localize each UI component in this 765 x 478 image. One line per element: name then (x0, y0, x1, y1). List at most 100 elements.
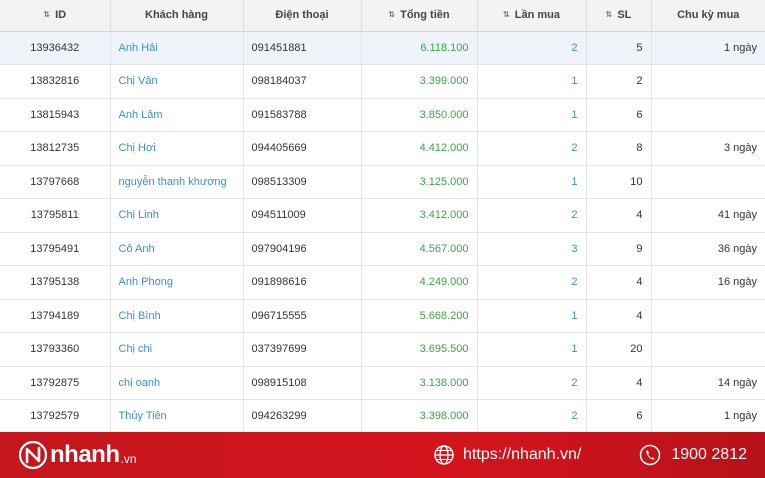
order-id-cell: 13793360 (0, 332, 111, 367)
column-label: SL (617, 9, 632, 22)
customer-name-link[interactable]: Anh Phong (110, 265, 244, 300)
quantity-cell: 8 (586, 131, 652, 166)
website-link[interactable]: https://nhanh.vn/ (433, 444, 581, 466)
order-id-cell: 13832816 (0, 64, 111, 99)
purchase-cycle-cell: 36 ngày (651, 232, 765, 266)
column-header-qty[interactable]: ⇅ SL (586, 0, 652, 32)
order-id-cell: 13795491 (0, 232, 111, 266)
phone-cell: 091451881 (243, 31, 362, 65)
order-id-cell: 13795811 (0, 198, 111, 233)
column-header-customer: Khách hàng (110, 0, 244, 32)
total-amount-cell: 6.118.100 (361, 31, 478, 65)
customer-name-link[interactable]: Cô Anh (110, 232, 244, 266)
brand-suffix: .vn (120, 452, 137, 466)
table-row[interactable]: 13792875 chị oanh 098915108 3.138.000 2 4 14 n… (0, 366, 765, 400)
customer-name-link[interactable]: Chị Linh (110, 198, 244, 233)
phone-icon (640, 444, 661, 466)
customer-name-link[interactable]: Thủy Tiên (110, 399, 244, 432)
quantity-cell: 10 (586, 165, 652, 199)
brand-name: nhanh (50, 441, 120, 468)
purchase-count-link[interactable]: 2 (477, 31, 587, 65)
table-row[interactable]: 13936432 Anh Hải 091451881 6.118.100 2 5 1 ngà… (0, 31, 765, 65)
total-amount-cell: 3.125.000 (361, 165, 478, 199)
quantity-cell: 4 (586, 299, 652, 333)
quantity-cell: 4 (586, 198, 652, 233)
phone-cell: 097904196 (243, 232, 362, 266)
table-row[interactable]: 13795491 Cô Anh 097904196 4.567.000 3 9 36 ngà… (0, 232, 765, 266)
column-label: Lần mua (514, 9, 560, 22)
hotline-number: 1900 2812 (671, 446, 747, 463)
purchase-cycle-cell (651, 98, 765, 132)
customer-name-link[interactable]: Anh Lâm (110, 98, 244, 132)
sort-icon[interactable]: ⇅ (606, 10, 613, 19)
purchase-count-link[interactable]: 1 (477, 165, 587, 199)
table-row[interactable]: 13812735 Chị Hợi 094405669 4.412.000 2 8 3 ngà… (0, 131, 765, 166)
quantity-cell: 20 (586, 332, 652, 367)
quantity-cell: 6 (586, 98, 652, 132)
total-amount-cell: 3.412.000 (361, 198, 478, 233)
phone-cell: 094405669 (243, 131, 362, 166)
table-row[interactable]: 13797668 nguyễn thanh khương 098513309 3.12… (0, 165, 765, 199)
phone-cell: 037397699 (243, 332, 362, 367)
brand-footer: nhanh .vn https://nhanh.vn/ 1900 2812 (0, 432, 765, 478)
customer-name-link[interactable]: Chị Vân (110, 64, 244, 99)
customer-table: ⇅ ID Khách hàng Điện thoại ⇅ Tổng tiền ⇅ Lần mu… (0, 0, 765, 432)
sort-icon[interactable]: ⇅ (503, 10, 510, 19)
purchase-count-link[interactable]: 2 (477, 198, 587, 233)
table-row[interactable]: 13832816 Chị Vân 098184037 3.399.000 1 2 (0, 64, 765, 99)
column-label: ID (55, 9, 67, 22)
table-row[interactable]: 13815943 Anh Lâm 091583788 3.850.000 1 6 (0, 98, 765, 132)
order-id-cell: 13815943 (0, 98, 111, 132)
phone-cell: 094511009 (243, 198, 362, 233)
hotline[interactable]: 1900 2812 (639, 444, 747, 466)
phone-cell: 094263299 (243, 399, 362, 432)
quantity-cell: 4 (586, 265, 652, 300)
table-row[interactable]: 13795811 Chị Linh 094511009 3.412.000 2 4 41 n… (0, 198, 765, 233)
purchase-count-link[interactable]: 3 (477, 232, 587, 266)
table-row[interactable]: 13794189 Chị Bình 096715555 5.668.200 1 4 (0, 299, 765, 333)
purchase-count-link[interactable]: 2 (477, 131, 587, 166)
order-id-cell: 13936432 (0, 31, 111, 65)
purchase-count-link[interactable]: 1 (477, 64, 587, 99)
purchase-count-link[interactable]: 1 (477, 332, 587, 367)
quantity-cell: 5 (586, 31, 652, 65)
purchase-cycle-cell (651, 165, 765, 199)
nhanh-logo-icon (18, 440, 48, 470)
quantity-cell: 2 (586, 64, 652, 99)
order-id-cell: 13797668 (0, 165, 111, 199)
customer-name-link[interactable]: chị oanh (110, 366, 244, 400)
customer-name-link[interactable]: Chị Bình (110, 299, 244, 333)
customer-name-link[interactable]: Chị chi (110, 332, 244, 367)
brand-logo: nhanh .vn (18, 440, 137, 470)
column-header-cycle: Chu kỳ mua (651, 0, 765, 32)
phone-cell: 091898616 (243, 265, 362, 300)
globe-icon (434, 445, 454, 465)
customer-name-link[interactable]: nguyễn thanh khương (110, 165, 244, 199)
total-amount-cell: 4.249.000 (361, 265, 478, 300)
table-row[interactable]: 13792579 Thủy Tiên 094263299 3.398.000 2 6 1 n… (0, 399, 765, 432)
customer-name-link[interactable]: Anh Hải (110, 31, 244, 65)
sort-icon[interactable]: ⇅ (388, 10, 395, 19)
customer-name-link[interactable]: Chị Hợi (110, 131, 244, 166)
purchase-count-link[interactable]: 2 (477, 265, 587, 300)
quantity-cell: 4 (586, 366, 652, 400)
table-row[interactable]: 13793360 Chị chi 037397699 3.695.500 1 20 (0, 332, 765, 367)
total-amount-cell: 3.850.000 (361, 98, 478, 132)
purchase-cycle-cell (651, 64, 765, 99)
total-amount-cell: 4.567.000 (361, 232, 478, 266)
total-amount-cell: 3.695.500 (361, 332, 478, 367)
column-header-total[interactable]: ⇅ Tổng tiền (361, 0, 478, 32)
sort-icon[interactable]: ⇅ (43, 10, 50, 19)
purchase-count-link[interactable]: 2 (477, 366, 587, 400)
phone-cell: 098915108 (243, 366, 362, 400)
column-header-times[interactable]: ⇅ Lần mua (477, 0, 587, 32)
phone-cell: 096715555 (243, 299, 362, 333)
quantity-cell: 6 (586, 399, 652, 432)
table-row[interactable]: 13795138 Anh Phong 091898616 4.249.000 2 4 16 … (0, 265, 765, 300)
purchase-count-link[interactable]: 1 (477, 98, 587, 132)
purchase-count-link[interactable]: 1 (477, 299, 587, 333)
purchase-cycle-cell (651, 332, 765, 367)
column-header-id[interactable]: ⇅ ID (0, 0, 111, 32)
column-label: Chu kỳ mua (677, 9, 740, 22)
purchase-count-link[interactable]: 2 (477, 399, 587, 432)
